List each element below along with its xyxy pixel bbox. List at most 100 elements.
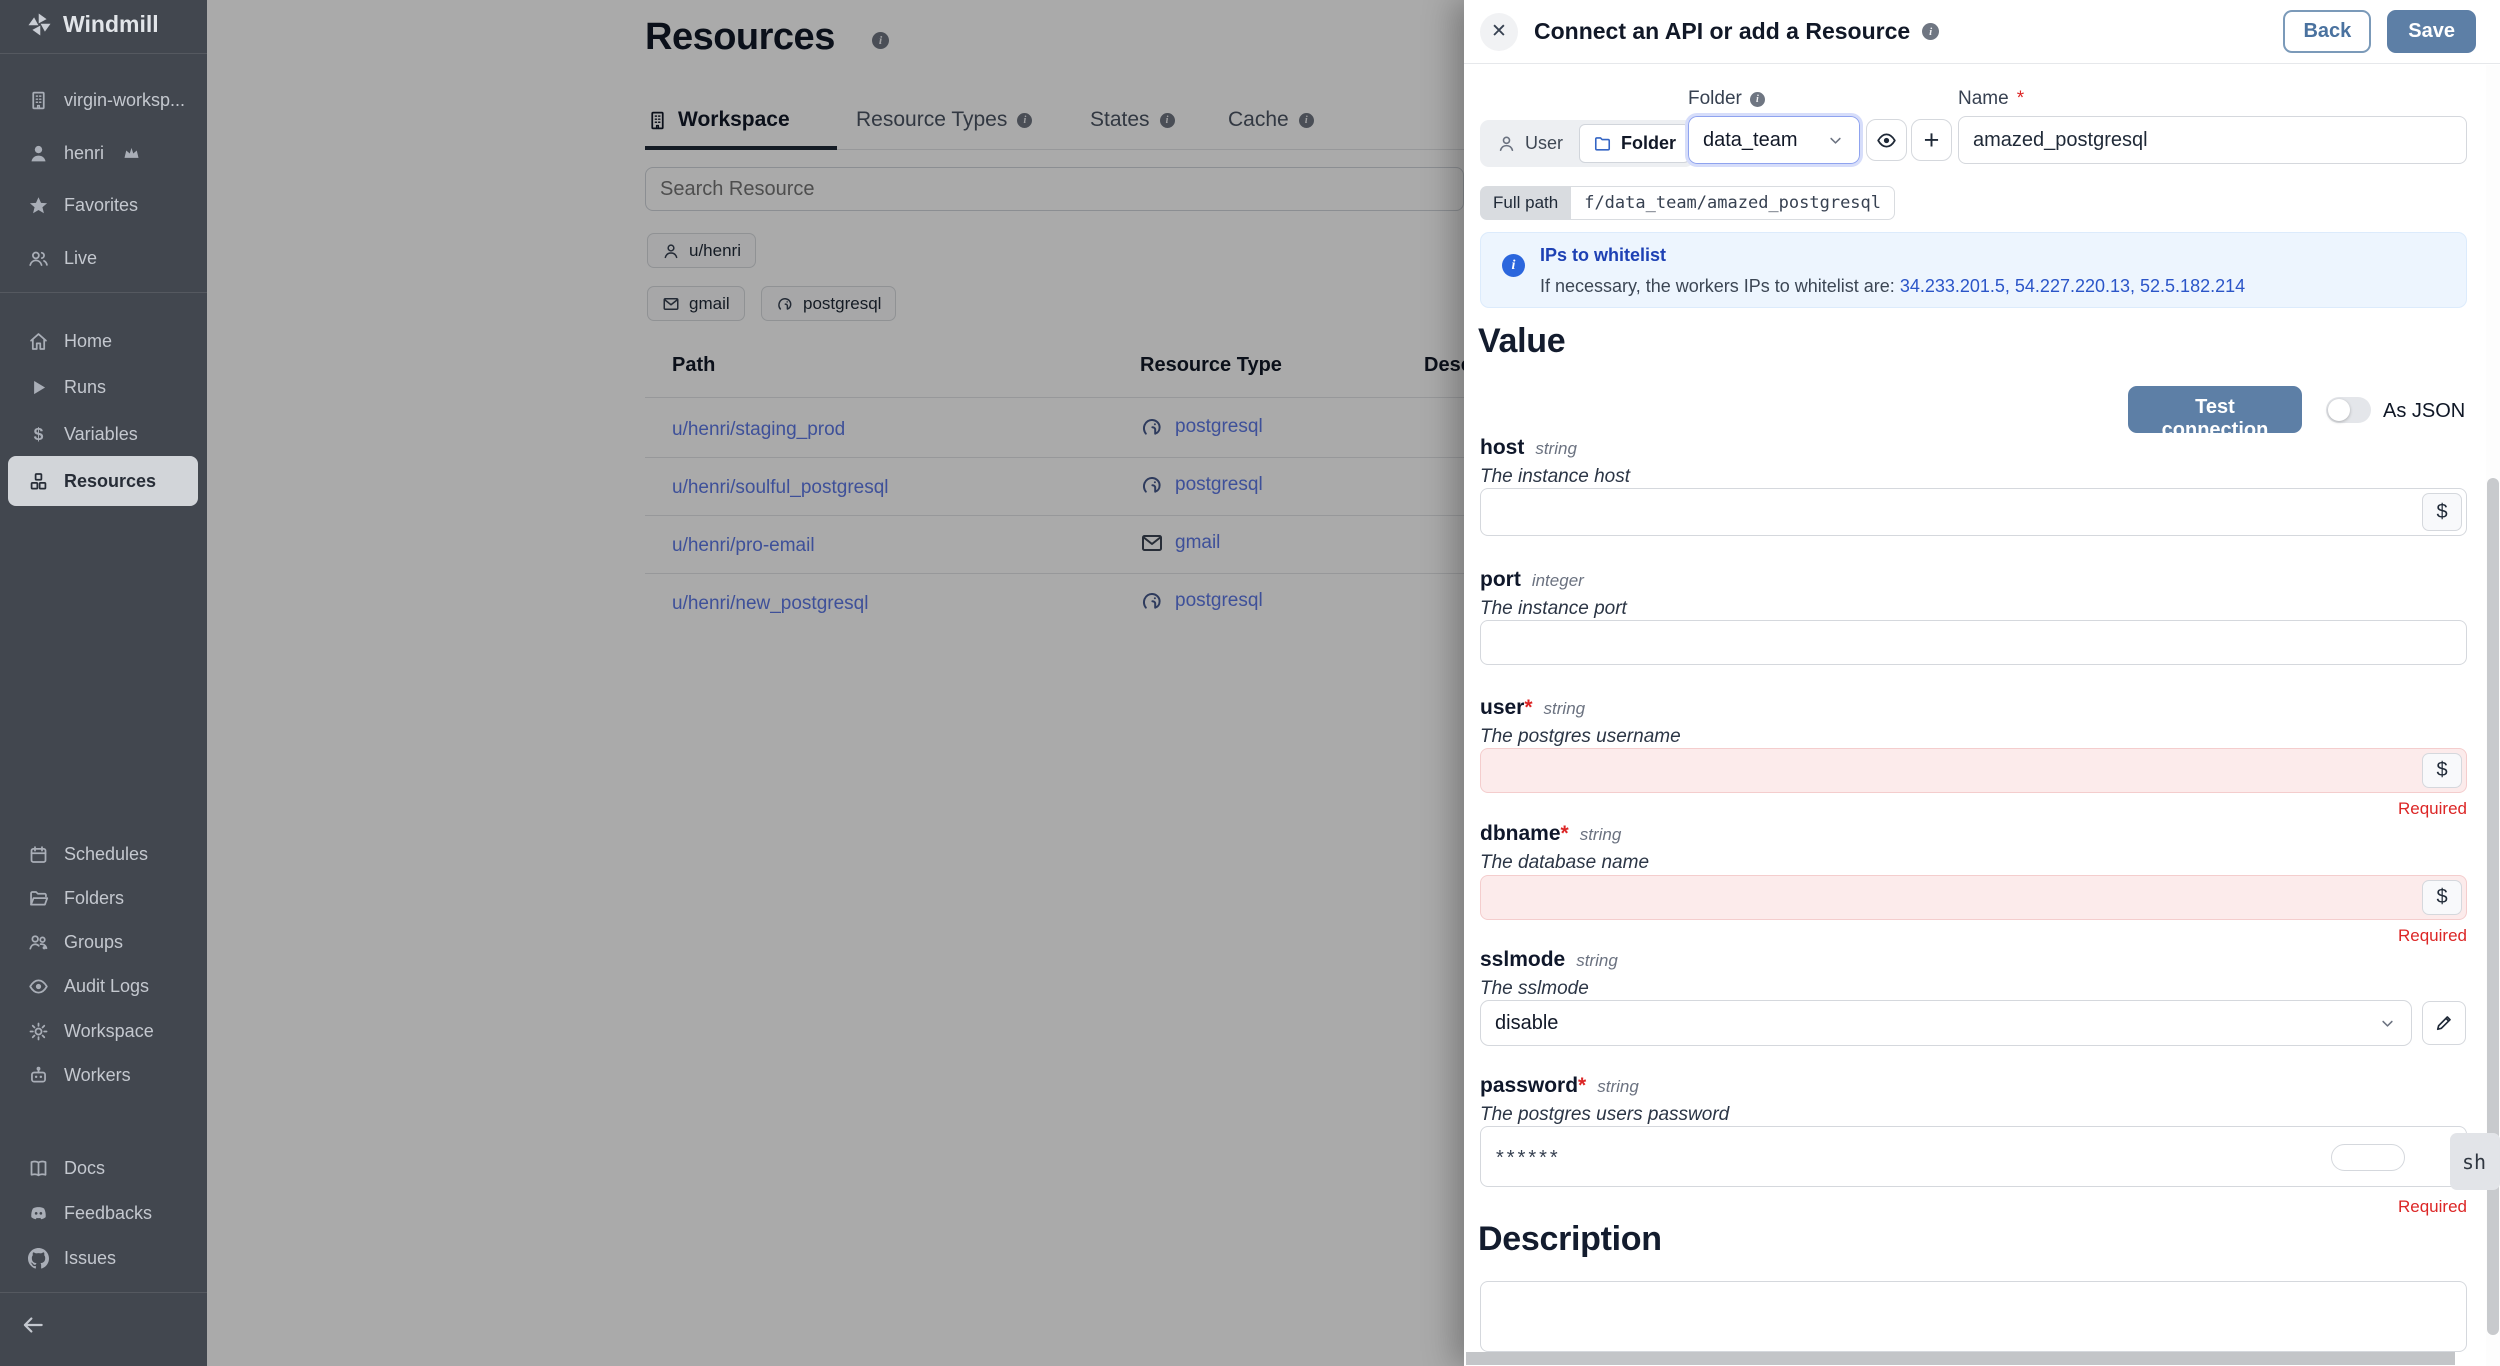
field-label-dbname: dbname* string — [1480, 822, 1622, 845]
field-label-port: port integer — [1480, 568, 1584, 591]
drawer-title: Connect an API or add a Resource — [1534, 18, 1911, 44]
scope-toggle: User Folder — [1480, 120, 1695, 167]
discord-icon — [28, 1203, 49, 1224]
person-icon — [1497, 134, 1516, 153]
insert-variable-button[interactable]: $ — [2422, 753, 2462, 788]
sidebar-item-variables[interactable]: Variables — [0, 412, 207, 456]
modal-overlay[interactable] — [207, 0, 1464, 1366]
horizontal-scrollbar[interactable] — [1466, 1352, 2455, 1365]
sidebar-item-audit-logs[interactable]: Audit Logs — [0, 964, 207, 1008]
sidebar-item-docs[interactable]: Docs — [0, 1146, 207, 1190]
field-label-sslmode: sslmode string — [1480, 948, 1618, 971]
folder-field-label: Folder i — [1688, 88, 1765, 110]
full-path-label: Full path — [1480, 186, 1572, 220]
save-button[interactable]: Save — [2387, 10, 2476, 53]
arrow-left-icon — [20, 1312, 46, 1338]
home-icon — [28, 331, 49, 352]
windmill-logo[interactable]: Windmill — [26, 11, 159, 38]
sidebar-item-issues[interactable]: Issues — [0, 1236, 207, 1280]
play-icon — [28, 377, 49, 398]
back-button[interactable]: Back — [2283, 10, 2372, 53]
password-mask: ****** — [1496, 1147, 1561, 1169]
workspace-selector[interactable]: virgin-worksp... — [0, 78, 207, 122]
sidebar-item-groups[interactable]: Groups — [0, 920, 207, 964]
sidebar-item-feedbacks[interactable]: Feedbacks — [0, 1191, 207, 1235]
eye-icon — [28, 976, 49, 997]
divider — [0, 53, 207, 54]
close-icon[interactable]: ✕ — [1480, 12, 1518, 51]
user-menu[interactable]: henri — [0, 131, 207, 175]
port-input[interactable] — [1480, 620, 2467, 665]
field-label-user: user* string — [1480, 696, 1586, 719]
collapse-sidebar-button[interactable] — [20, 1312, 46, 1338]
sidebar-item-home[interactable]: Home — [0, 319, 207, 363]
scrollbar-thumb[interactable] — [2487, 478, 2499, 1335]
insert-variable-button[interactable]: $ — [2422, 493, 2462, 531]
sidebar-item-favorites[interactable]: Favorites — [0, 183, 207, 227]
callout-title: IPs to whitelist — [1540, 245, 1667, 265]
host-input[interactable]: $ — [1480, 488, 2467, 536]
star-icon — [28, 195, 49, 216]
edit-sslmode-button[interactable] — [2422, 1001, 2466, 1045]
as-json-label: As JSON — [2383, 400, 2466, 422]
as-json-toggle[interactable] — [2326, 397, 2371, 423]
name-input[interactable] — [1958, 116, 2467, 164]
info-icon[interactable]: i — [1922, 23, 1940, 40]
field-label-password: password* string — [1480, 1074, 1639, 1097]
sidebar-item-workers[interactable]: Workers — [0, 1053, 207, 1097]
dollar-icon — [28, 424, 49, 445]
user-icon — [28, 143, 49, 164]
groups-icon — [28, 932, 49, 953]
sidebar-item-runs[interactable]: Runs — [0, 365, 207, 409]
callout-body: If necessary, the workers IPs to whiteli… — [1540, 276, 2246, 296]
sidebar-item-resources[interactable]: Resources — [8, 456, 198, 506]
required-error: Required — [2398, 799, 2467, 818]
folder-icon — [28, 888, 49, 909]
value-heading: Value — [1478, 322, 1566, 360]
add-resource-drawer: ✕ Connect an API or add a Resource i Bac… — [1464, 0, 2500, 1366]
sslmode-select[interactable]: disable — [1480, 1000, 2412, 1046]
field-desc-dbname: The database name — [1480, 852, 1650, 873]
reveal-password-toggle[interactable] — [2331, 1144, 2405, 1171]
brand-label: Windmill — [63, 11, 159, 37]
folder-icon — [1593, 134, 1612, 153]
field-desc-user: The postgres username — [1480, 726, 1681, 747]
show-password-badge[interactable]: sh — [2450, 1133, 2500, 1190]
sidebar-item-live[interactable]: Live — [0, 236, 207, 280]
insert-variable-button[interactable]: $ — [2422, 880, 2462, 915]
windmill-icon — [26, 11, 53, 38]
password-input[interactable]: ****** — [1480, 1126, 2467, 1187]
folder-select[interactable]: data_team — [1685, 113, 1863, 167]
scope-folder-option[interactable]: Folder — [1579, 124, 1691, 163]
users-icon — [28, 248, 49, 269]
pencil-icon — [2434, 1013, 2454, 1033]
field-desc-port: The instance port — [1480, 598, 1627, 619]
description-heading: Description — [1478, 1220, 1662, 1258]
sidebar-item-schedules[interactable]: Schedules — [0, 832, 207, 876]
divider — [0, 292, 207, 293]
info-icon[interactable]: i — [1749, 91, 1765, 107]
required-error: Required — [2398, 926, 2467, 945]
view-folder-button[interactable] — [1866, 119, 1907, 161]
full-path-value: f/data_team/amazed_postgresql — [1571, 186, 1896, 220]
eye-icon — [1876, 130, 1897, 151]
name-field-label: Name * — [1958, 88, 2025, 109]
description-textarea[interactable] — [1480, 1281, 2467, 1352]
sidebar-item-folders[interactable]: Folders — [0, 876, 207, 920]
scope-user-option[interactable]: User — [1484, 125, 1576, 162]
field-desc-sslmode: The sslmode — [1480, 978, 1589, 999]
field-label-host: host string — [1480, 436, 1577, 459]
crown-icon — [121, 143, 142, 164]
field-desc-password: The postgres users password — [1480, 1104, 1730, 1125]
test-connection-button[interactable]: Test connection — [2128, 386, 2302, 441]
sidebar-item-workspace-settings[interactable]: Workspace — [0, 1009, 207, 1053]
dbname-input[interactable]: $ — [1480, 875, 2467, 920]
chevron-down-icon — [1826, 131, 1845, 150]
user-input[interactable]: $ — [1480, 748, 2467, 793]
info-icon: i — [1502, 254, 1525, 277]
building-icon — [28, 90, 49, 111]
full-path: Full path f/data_team/amazed_postgresql — [1480, 186, 1896, 220]
calendar-icon — [28, 844, 49, 865]
windmill-app: Windmill virgin-worksp... henri Favorite… — [0, 0, 2500, 1366]
add-folder-button[interactable]: + — [1911, 119, 1952, 161]
